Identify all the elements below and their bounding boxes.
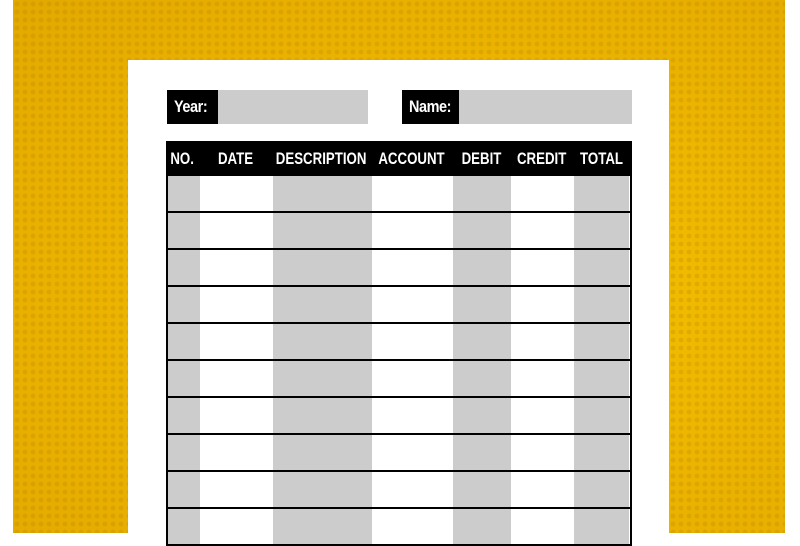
table-row [168, 213, 630, 250]
header-description: DESCRIPTION [276, 148, 367, 168]
cell-account[interactable] [372, 176, 453, 211]
cell-credit[interactable] [511, 176, 574, 211]
cell-no[interactable] [168, 213, 200, 248]
year-label-text: Year: [174, 97, 208, 116]
table-row [168, 250, 630, 287]
cell-debit[interactable] [453, 213, 511, 248]
cell-credit[interactable] [511, 509, 574, 544]
header-credit: CREDIT [516, 148, 567, 168]
cell-date[interactable] [200, 324, 273, 359]
cell-account[interactable] [372, 324, 453, 359]
cell-date[interactable] [200, 250, 273, 285]
cell-account[interactable] [372, 287, 453, 322]
header-date: DATE [217, 148, 254, 168]
cell-no[interactable] [168, 361, 200, 396]
table-row [168, 324, 630, 361]
cell-account[interactable] [372, 398, 453, 433]
year-field: Year: [167, 90, 368, 124]
cell-description[interactable] [273, 324, 372, 359]
cell-no[interactable] [168, 398, 200, 433]
cell-description[interactable] [273, 398, 372, 433]
name-field: Name: [402, 90, 632, 124]
cell-description[interactable] [273, 213, 372, 248]
header-debit: DEBIT [461, 148, 501, 168]
cell-debit[interactable] [453, 472, 511, 507]
year-label: Year: [167, 90, 218, 124]
table-row [168, 176, 630, 213]
cell-total[interactable] [574, 176, 629, 211]
cell-total[interactable] [574, 361, 629, 396]
cell-credit[interactable] [511, 361, 574, 396]
cell-credit[interactable] [511, 213, 574, 248]
name-label-text: Name: [409, 97, 452, 116]
cell-total[interactable] [574, 509, 629, 544]
cell-no[interactable] [168, 509, 200, 544]
cell-debit[interactable] [453, 176, 511, 211]
table-row [168, 287, 630, 324]
table-row [168, 361, 630, 398]
cell-description[interactable] [273, 176, 372, 211]
cell-date[interactable] [200, 361, 273, 396]
cell-debit[interactable] [453, 287, 511, 322]
cell-debit[interactable] [453, 250, 511, 285]
cell-no[interactable] [168, 472, 200, 507]
cell-date[interactable] [200, 213, 273, 248]
cell-account[interactable] [372, 435, 453, 470]
cell-date[interactable] [200, 398, 273, 433]
cell-description[interactable] [273, 361, 372, 396]
table-body [166, 176, 632, 546]
cell-total[interactable] [574, 398, 629, 433]
cell-credit[interactable] [511, 472, 574, 507]
cell-credit[interactable] [511, 287, 574, 322]
cell-credit[interactable] [511, 398, 574, 433]
header-total: TOTAL [580, 148, 623, 168]
cell-account[interactable] [372, 509, 453, 544]
table-row [168, 398, 630, 435]
cell-account[interactable] [372, 361, 453, 396]
header-no: NO. [170, 148, 195, 168]
name-label: Name: [402, 90, 459, 124]
cell-date[interactable] [200, 509, 273, 544]
cell-no[interactable] [168, 176, 200, 211]
cell-debit[interactable] [453, 324, 511, 359]
cell-no[interactable] [168, 287, 200, 322]
cell-total[interactable] [574, 250, 629, 285]
cell-no[interactable] [168, 324, 200, 359]
table-row [168, 472, 630, 509]
cell-description[interactable] [273, 472, 372, 507]
name-input[interactable] [459, 90, 632, 124]
cell-credit[interactable] [511, 435, 574, 470]
header-account: ACCOUNT [378, 148, 445, 168]
cell-debit[interactable] [453, 509, 511, 544]
cell-debit[interactable] [453, 361, 511, 396]
cell-account[interactable] [372, 472, 453, 507]
cell-credit[interactable] [511, 324, 574, 359]
cell-debit[interactable] [453, 435, 511, 470]
cell-total[interactable] [574, 287, 629, 322]
cell-date[interactable] [200, 472, 273, 507]
cell-credit[interactable] [511, 250, 574, 285]
cell-no[interactable] [168, 435, 200, 470]
cell-total[interactable] [574, 435, 629, 470]
year-input[interactable] [218, 90, 368, 124]
table-row [168, 509, 630, 546]
cell-account[interactable] [372, 250, 453, 285]
cell-date[interactable] [200, 176, 273, 211]
cell-total[interactable] [574, 213, 629, 248]
ledger-table: NO. DATE DESCRIPTION ACCOUNT DEBIT CREDI… [166, 141, 632, 546]
table-row [168, 435, 630, 472]
cell-description[interactable] [273, 435, 372, 470]
cell-debit[interactable] [453, 398, 511, 433]
cell-date[interactable] [200, 287, 273, 322]
cell-description[interactable] [273, 287, 372, 322]
cell-date[interactable] [200, 435, 273, 470]
cell-no[interactable] [168, 250, 200, 285]
cell-account[interactable] [372, 213, 453, 248]
cell-description[interactable] [273, 250, 372, 285]
cell-total[interactable] [574, 324, 629, 359]
cell-total[interactable] [574, 472, 629, 507]
cell-description[interactable] [273, 509, 372, 544]
table-header: NO. DATE DESCRIPTION ACCOUNT DEBIT CREDI… [166, 141, 632, 176]
